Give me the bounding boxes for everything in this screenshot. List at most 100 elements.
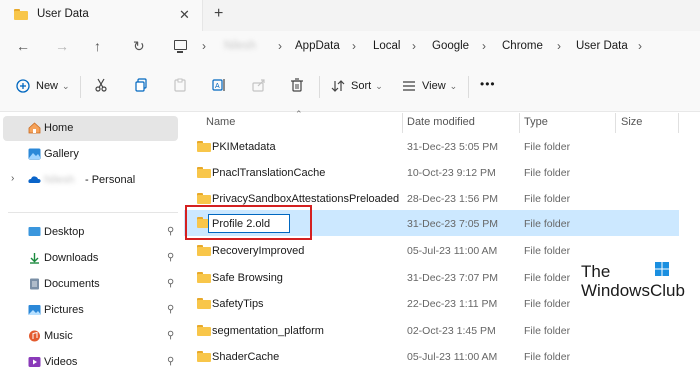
pin-icon[interactable]: ⚲ xyxy=(167,356,174,367)
folder-icon xyxy=(197,325,211,336)
sidebar-item-onedrive[interactable]: › Nilesh - Personal xyxy=(3,168,178,193)
svg-text:A: A xyxy=(215,83,220,90)
onedrive-account-name: Nilesh xyxy=(44,174,75,186)
new-plus-icon xyxy=(16,79,30,93)
pin-icon[interactable]: ⚲ xyxy=(167,226,174,237)
file-name: PKIMetadata xyxy=(212,141,276,153)
folder-icon xyxy=(197,245,211,256)
cut-icon[interactable] xyxy=(94,78,108,92)
documents-icon xyxy=(30,278,39,290)
breadcrumb-separator[interactable]: › xyxy=(638,39,642,53)
new-button[interactable]: New ⌄ xyxy=(16,79,70,93)
file-date: 31-Dec-23 7:05 PM xyxy=(407,218,499,230)
more-options-icon[interactable]: ••• xyxy=(480,77,496,91)
breadcrumb-appdata[interactable]: AppData xyxy=(295,40,340,52)
column-separator[interactable] xyxy=(519,113,520,133)
folder-icon xyxy=(197,141,211,152)
gallery-icon xyxy=(28,148,41,160)
table-row[interactable]: segmentation_platform 02-Oct-23 1:45 PM … xyxy=(184,318,679,344)
file-type: File folder xyxy=(524,298,571,310)
pin-icon[interactable]: ⚲ xyxy=(167,252,174,263)
sidebar-item-label: Documents xyxy=(44,278,100,290)
breadcrumb-separator[interactable]: › xyxy=(278,39,282,53)
sidebar-item-label: Gallery xyxy=(44,148,79,160)
column-separator[interactable] xyxy=(678,113,679,133)
file-date: 22-Dec-23 1:11 PM xyxy=(407,298,498,310)
address-bar[interactable]: › Nilesh › AppData › Local › Google › Ch… xyxy=(166,32,700,61)
sidebar-item-label: Pictures xyxy=(44,304,84,316)
rename-icon[interactable]: A xyxy=(212,78,226,92)
toolbar-divider xyxy=(80,76,81,98)
up-button[interactable]: ↑ xyxy=(94,38,101,54)
sidebar-item-label: Home xyxy=(44,122,74,134)
address-row: ← → ↑ ↻ › Nilesh › AppData › Local › Goo… xyxy=(0,31,700,62)
back-button[interactable]: ← xyxy=(16,38,30,54)
breadcrumb-separator[interactable]: › xyxy=(352,39,356,53)
chevron-down-icon: ⌄ xyxy=(62,80,70,91)
file-type: File folder xyxy=(524,193,571,205)
toolbar-divider xyxy=(319,76,320,98)
sidebar-item-documents[interactable]: Documents ⚲ xyxy=(3,272,178,297)
breadcrumb-user[interactable]: Nilesh xyxy=(224,40,256,52)
breadcrumb-chrome[interactable]: Chrome xyxy=(502,40,543,52)
sidebar-item-gallery[interactable]: Gallery xyxy=(3,142,178,167)
breadcrumb-separator[interactable]: › xyxy=(202,39,206,53)
delete-icon[interactable] xyxy=(290,78,304,92)
sidebar-item-label: Desktop xyxy=(44,226,85,238)
table-row[interactable]: PKIMetadata 31-Dec-23 5:05 PM File folde… xyxy=(184,134,679,160)
tab-user-data[interactable]: User Data ✕ xyxy=(0,0,203,31)
file-type: File folder xyxy=(524,141,571,153)
sort-button[interactable]: Sort ⌄ xyxy=(331,79,383,93)
sidebar-item-home[interactable]: Home xyxy=(3,116,178,141)
sidebar-item-label: Downloads xyxy=(44,252,99,264)
breadcrumb-separator[interactable]: › xyxy=(412,39,416,53)
command-bar: New ⌄ A Sort ⌄ View ⌄ ••• xyxy=(0,62,700,112)
file-type: File folder xyxy=(524,167,571,179)
breadcrumb-local[interactable]: Local xyxy=(373,40,401,52)
pin-icon[interactable]: ⚲ xyxy=(167,330,174,341)
file-date: 31-Dec-23 7:07 PM xyxy=(407,272,499,284)
chevron-right-icon[interactable]: › xyxy=(11,173,14,184)
table-row[interactable]: RecoveryImproved 05-Jul-23 11:00 AM File… xyxy=(184,238,679,264)
file-date: 31-Dec-23 5:05 PM xyxy=(407,141,499,153)
folder-icon xyxy=(14,9,28,20)
breadcrumb-user-data[interactable]: User Data xyxy=(576,40,628,52)
sidebar-item-music[interactable]: Music ⚲ xyxy=(3,324,178,349)
file-date: 02-Oct-23 1:45 PM xyxy=(407,325,496,337)
pin-icon[interactable]: ⚲ xyxy=(167,278,174,289)
sidebar-item-pictures[interactable]: Pictures ⚲ xyxy=(3,298,178,323)
file-type: File folder xyxy=(524,351,571,363)
file-type: File folder xyxy=(524,245,571,257)
sidebar-item-videos[interactable]: Videos ⚲ xyxy=(3,350,178,370)
file-name: SafetyTips xyxy=(212,298,264,310)
share-icon[interactable] xyxy=(252,78,266,92)
file-date: 05-Jul-23 11:00 AM xyxy=(407,245,498,257)
close-tab-icon[interactable]: ✕ xyxy=(179,7,190,23)
folder-icon xyxy=(197,193,211,204)
pin-icon[interactable]: ⚲ xyxy=(167,304,174,315)
refresh-button[interactable]: ↻ xyxy=(133,38,145,55)
breadcrumb-google[interactable]: Google xyxy=(432,40,469,52)
file-name: PnaclTranslationCache xyxy=(212,167,326,179)
file-name: RecoveryImproved xyxy=(212,245,305,257)
file-name: Safe Browsing xyxy=(212,272,283,284)
downloads-icon xyxy=(30,253,39,264)
folder-icon xyxy=(197,351,211,362)
forward-button[interactable]: → xyxy=(55,38,69,54)
copy-icon[interactable] xyxy=(134,78,148,92)
breadcrumb-separator[interactable]: › xyxy=(557,39,561,53)
music-icon xyxy=(29,330,40,342)
new-tab-button[interactable]: + xyxy=(214,5,223,23)
table-row[interactable]: ShaderCache 05-Jul-23 11:00 AM File fold… xyxy=(184,344,679,370)
this-pc-icon xyxy=(174,40,187,53)
paste-icon[interactable] xyxy=(173,78,187,92)
sidebar-item-desktop[interactable]: Desktop ⚲ xyxy=(3,220,178,245)
view-button[interactable]: View ⌄ xyxy=(402,79,457,93)
sidebar-item-label: - Personal xyxy=(85,174,136,186)
column-separator[interactable] xyxy=(402,113,403,133)
breadcrumb-separator[interactable]: › xyxy=(482,39,486,53)
sidebar-divider xyxy=(8,212,178,213)
column-separator[interactable] xyxy=(615,113,616,133)
table-row[interactable]: PnaclTranslationCache 10-Oct-23 9:12 PM … xyxy=(184,160,679,186)
sidebar-item-downloads[interactable]: Downloads ⚲ xyxy=(3,246,178,271)
